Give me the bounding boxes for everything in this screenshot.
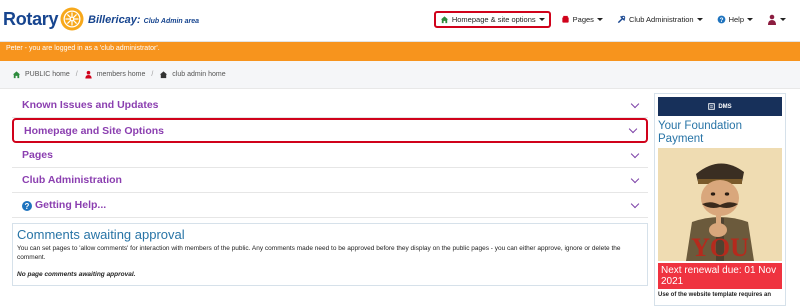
chevron-down-icon	[628, 124, 638, 134]
dms-label: DMS	[718, 103, 732, 110]
breadcrumb-separator: /	[75, 71, 78, 78]
user-avatar-icon	[768, 14, 776, 25]
caret-down-icon	[780, 18, 786, 21]
accordion-title-wrap: ? Getting Help...	[22, 199, 106, 212]
comments-title: Comments awaiting approval	[17, 227, 185, 242]
nav-help-label: Help	[728, 15, 744, 24]
rotary-logo[interactable]: Rotary	[3, 6, 85, 32]
caret-down-icon	[596, 18, 603, 21]
chevron-down-icon	[630, 174, 640, 183]
club-name: Billericay: Club Admin area	[88, 14, 199, 26]
breadcrumb-public-home[interactable]: PUBLIC home	[25, 71, 70, 78]
poster-illustration: YOU	[658, 148, 782, 261]
accordion-known-issues[interactable]: Known Issues and Updates	[12, 93, 648, 118]
dms-icon	[708, 103, 716, 110]
accordion-title: Getting Help...	[35, 198, 107, 211]
accordion-title: Homepage and Site Options	[24, 124, 165, 137]
accordion-title: Club Administration	[22, 174, 122, 186]
caret-down-icon	[747, 18, 753, 21]
nav-homepage-label: Homepage & site options	[451, 15, 536, 24]
nav-pages-label: Pages	[572, 15, 594, 24]
main-nav: Homepage & site options Pages Club Admin…	[433, 11, 790, 28]
svg-text:?: ?	[719, 17, 723, 24]
breadcrumb-members-home[interactable]: members home	[97, 71, 146, 78]
accordion-club-administration[interactable]: Club Administration	[12, 168, 648, 193]
main-content: Known Issues and Updates Homepage and Si…	[12, 93, 648, 286]
club-title: Billericay:	[88, 14, 141, 26]
pages-icon	[562, 15, 569, 23]
nav-club-administration[interactable]: Club Administration	[613, 13, 707, 26]
accordion-title: Known Issues and Updates	[22, 99, 159, 111]
accordion-title: Pages	[22, 149, 53, 161]
sidebar: DMS Your Foundation Payment YOU Next ren…	[654, 93, 786, 306]
kitchener-poster-image: YOU	[658, 148, 782, 261]
comments-description: You can set pages to 'allow comments' fo…	[17, 245, 621, 261]
top-navbar: Rotary Billericay: Club Admin area Homep…	[0, 0, 800, 42]
chevron-down-icon	[630, 199, 640, 208]
home-icon	[12, 71, 21, 79]
help-icon: ?	[22, 201, 32, 212]
login-status-banner: Peter - you are logged in as a 'club adm…	[0, 42, 800, 61]
comments-panel: Comments awaiting approval You can set p…	[12, 223, 648, 286]
club-subtitle: Club Admin area	[143, 18, 200, 25]
caret-down-icon	[696, 18, 703, 21]
nav-pages[interactable]: Pages	[557, 13, 607, 26]
help-icon: ?	[717, 15, 725, 24]
breadcrumb: PUBLIC home / members home / club admin …	[0, 61, 800, 89]
accordion-getting-help[interactable]: ? Getting Help...	[12, 193, 648, 218]
poster-you-text: YOU	[691, 233, 749, 261]
chevron-down-icon	[630, 149, 640, 158]
nav-club-admin-label: Club Administration	[628, 15, 694, 24]
foundation-payment-heading: Your Foundation Payment	[658, 120, 742, 145]
accordion-pages[interactable]: Pages	[12, 143, 648, 168]
renewal-due: Next renewal due: 01 Nov 2021	[658, 263, 782, 289]
nav-help[interactable]: ? Help	[713, 13, 757, 26]
members-icon	[85, 70, 92, 79]
comments-empty-message: No page comments awaiting approval.	[17, 271, 136, 278]
home-icon	[440, 16, 448, 24]
dms-button[interactable]: DMS	[658, 97, 782, 116]
login-status-text: Peter - you are logged in as a 'club adm…	[6, 45, 160, 52]
chevron-down-icon	[630, 99, 640, 108]
caret-down-icon	[538, 18, 545, 21]
rotary-wheel-icon	[60, 7, 84, 31]
brand-name: Rotary	[3, 8, 59, 29]
breadcrumb-club-admin-home: club admin home	[172, 71, 226, 78]
tools-icon	[617, 15, 626, 24]
nav-homepage-site-options[interactable]: Homepage & site options	[433, 11, 551, 28]
nav-user-menu[interactable]	[763, 12, 790, 28]
breadcrumb-separator: /	[151, 71, 154, 78]
template-note: Use of the website template requires an	[658, 292, 772, 298]
accordion-homepage-site-options[interactable]: Homepage and Site Options	[12, 118, 648, 143]
admin-home-icon	[160, 71, 168, 79]
